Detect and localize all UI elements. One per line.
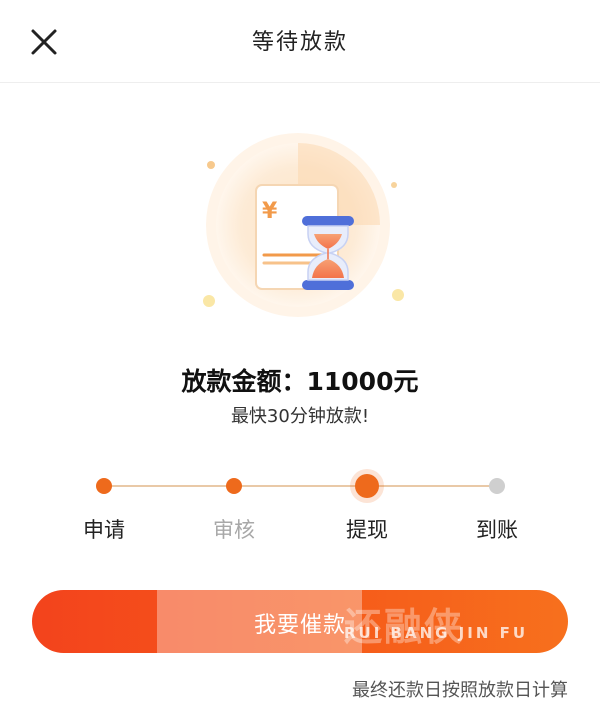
step-dot-arrival xyxy=(489,478,505,494)
urge-payment-button[interactable]: 还融侠 RUI BANG JIN FU 我要催款 xyxy=(32,590,568,653)
urge-payment-label: 我要催款 xyxy=(253,613,346,638)
repayment-footnote: 最终还款日按照放款日计算 xyxy=(352,680,568,701)
loan-amount: 放款金额：11000元 xyxy=(181,367,419,396)
step-dot-review xyxy=(226,478,242,494)
step-dot-withdraw xyxy=(355,474,379,498)
progress-track xyxy=(104,485,497,487)
waiting-illustration: ¥ xyxy=(190,130,410,320)
step-label-arrival: 到账 xyxy=(476,518,518,542)
page-title: 等待放款 xyxy=(251,30,348,55)
step-label-apply: 申请 xyxy=(83,518,125,542)
page: 等待放款 ¥ 放款金额：11000元 最快30分钟放款! 申请 审核 提现 到账… xyxy=(0,0,600,713)
step-dot-apply xyxy=(96,478,112,494)
step-label-withdraw: 提现 xyxy=(346,518,388,542)
progress-steps: 申请 审核 提现 到账 xyxy=(0,470,600,550)
step-label-review: 审核 xyxy=(213,518,255,542)
svg-text:¥: ¥ xyxy=(262,199,278,224)
header-bar: 等待放款 xyxy=(0,0,600,83)
fast-disbursement-note: 最快30分钟放款! xyxy=(230,406,370,427)
